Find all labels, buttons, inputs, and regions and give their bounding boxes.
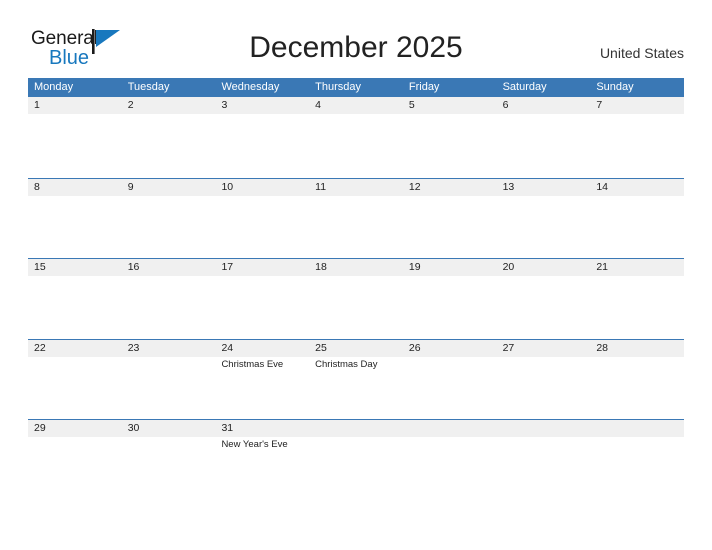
- weekday-header-thursday: Thursday: [315, 81, 362, 93]
- weekday-header-tuesday: Tuesday: [127, 81, 170, 93]
- day-number: 2: [127, 99, 134, 111]
- weekday-header-sunday: Sunday: [596, 81, 634, 93]
- day-cell[interactable]: [403, 420, 497, 500]
- calendar-week-row: 22 23 24 Christmas Eve 25 Christmas Day 26 27 28: [28, 338, 684, 420]
- day-number: 10: [221, 180, 234, 193]
- calendar-weeks: 1 2 3 4 5 6 7 8 9 10 11 12 13 14 15 16 17 18 19 20 21 22 23 24 C…: [28, 97, 684, 500]
- day-cell[interactable]: 14: [590, 179, 684, 259]
- week-cells: 22 23 24 Christmas Eve 25 Christmas Day 26 27 28: [28, 340, 684, 420]
- day-number: 30: [127, 422, 140, 434]
- day-cell[interactable]: 3: [215, 97, 309, 178]
- day-number: 16: [127, 261, 140, 273]
- calendar-grid: Monday Tuesday Wednesday Thursday Friday…: [28, 78, 684, 500]
- week-cells: 15 16 17 18 19 20 21: [28, 259, 684, 339]
- day-number: 22: [34, 341, 46, 354]
- calendar-week-row: 1 2 3 4 5 6 7: [28, 97, 684, 178]
- day-number: 5: [408, 99, 415, 111]
- day-number: 31: [221, 422, 234, 434]
- day-cell[interactable]: 31 New Year's Eve: [215, 420, 309, 500]
- day-number: 17: [221, 261, 234, 273]
- day-cell[interactable]: 8: [28, 179, 122, 259]
- holiday-label: Christmas Day: [315, 358, 378, 370]
- day-cell[interactable]: 2: [122, 97, 216, 178]
- week-cells: 8 9 10 11 12 13 14: [28, 179, 684, 259]
- calendar-week-row: 8 9 10 11 12 13 14: [28, 177, 684, 259]
- day-cell[interactable]: 15: [28, 259, 122, 339]
- day-number: 3: [221, 99, 228, 111]
- day-cell[interactable]: 24 Christmas Eve: [215, 340, 309, 420]
- day-cell[interactable]: 28: [590, 340, 684, 420]
- day-cell[interactable]: 25 Christmas Day: [309, 340, 403, 420]
- day-number: 14: [596, 180, 608, 193]
- week-cells: 29 30 31 New Year's Eve: [28, 420, 684, 500]
- day-cell[interactable]: 29: [28, 420, 122, 500]
- day-number: 23: [127, 341, 140, 354]
- day-cell[interactable]: 11: [309, 179, 403, 259]
- day-number: 25: [315, 341, 327, 354]
- day-cell[interactable]: 7: [590, 97, 684, 178]
- calendar-week-row: 29 30 31 New Year's Eve: [28, 419, 684, 500]
- weekday-header-wednesday: Wednesday: [221, 81, 280, 93]
- day-number: 11: [315, 180, 327, 193]
- day-number: 27: [502, 341, 515, 354]
- day-number: 26: [408, 341, 421, 354]
- day-number: 19: [408, 261, 421, 273]
- day-cell[interactable]: 20: [497, 259, 591, 339]
- day-number: 9: [127, 180, 134, 193]
- day-number: 13: [502, 180, 515, 193]
- day-events: New Year's Eve: [221, 438, 309, 451]
- day-number: 8: [34, 180, 40, 193]
- country-label: United States: [599, 45, 684, 61]
- weekday-header-saturday: Saturday: [502, 81, 547, 93]
- day-number: 24: [221, 341, 234, 354]
- calendar-week-row: 15 16 17 18 19 20 21: [28, 258, 684, 339]
- day-cell[interactable]: 23: [122, 340, 216, 420]
- day-number: 6: [502, 99, 509, 111]
- day-cell[interactable]: 22: [28, 340, 122, 420]
- page-header: General Blue December 2025 United States: [0, 0, 712, 76]
- day-number: 1: [34, 99, 40, 111]
- day-number: 28: [596, 341, 608, 354]
- day-cell[interactable]: 21: [590, 259, 684, 339]
- day-cell[interactable]: 17: [215, 259, 309, 339]
- day-number: 20: [502, 261, 515, 273]
- day-cell[interactable]: 1: [28, 97, 122, 178]
- day-number: 4: [315, 99, 321, 111]
- day-number: 21: [596, 261, 608, 273]
- day-cell[interactable]: 6: [497, 97, 591, 178]
- day-cell[interactable]: 12: [403, 179, 497, 259]
- day-cell[interactable]: 4: [309, 97, 403, 178]
- day-number: 12: [408, 180, 421, 193]
- day-cell[interactable]: 19: [403, 259, 497, 339]
- day-number: 7: [596, 99, 603, 111]
- weekday-header-monday: Monday: [34, 81, 74, 93]
- day-cell[interactable]: 18: [309, 259, 403, 339]
- weekday-header-friday: Friday: [408, 81, 440, 93]
- day-events: Christmas Eve: [221, 358, 309, 371]
- day-cell[interactable]: 9: [122, 179, 216, 259]
- week-cells: 1 2 3 4 5 6 7: [28, 97, 684, 178]
- day-number: 18: [315, 261, 327, 273]
- day-cell[interactable]: [309, 420, 403, 500]
- day-cell[interactable]: 26: [403, 340, 497, 420]
- calendar-page: General Blue December 2025 United States…: [0, 0, 712, 550]
- day-cell[interactable]: 5: [403, 97, 497, 178]
- day-cell[interactable]: 10: [215, 179, 309, 259]
- day-cell[interactable]: 30: [122, 420, 216, 500]
- day-events: Christmas Day: [315, 358, 403, 371]
- day-cell[interactable]: 16: [122, 259, 216, 339]
- holiday-label: Christmas Eve: [221, 358, 284, 370]
- weekday-header-row: Monday Tuesday Wednesday Thursday Friday…: [28, 78, 684, 97]
- day-cell[interactable]: [590, 420, 684, 500]
- day-number: 15: [34, 261, 46, 273]
- day-number: 29: [34, 422, 46, 434]
- day-cell[interactable]: 27: [497, 340, 591, 420]
- holiday-label: New Year's Eve: [221, 439, 288, 450]
- day-cell[interactable]: [497, 420, 591, 500]
- day-cell[interactable]: 13: [497, 179, 591, 259]
